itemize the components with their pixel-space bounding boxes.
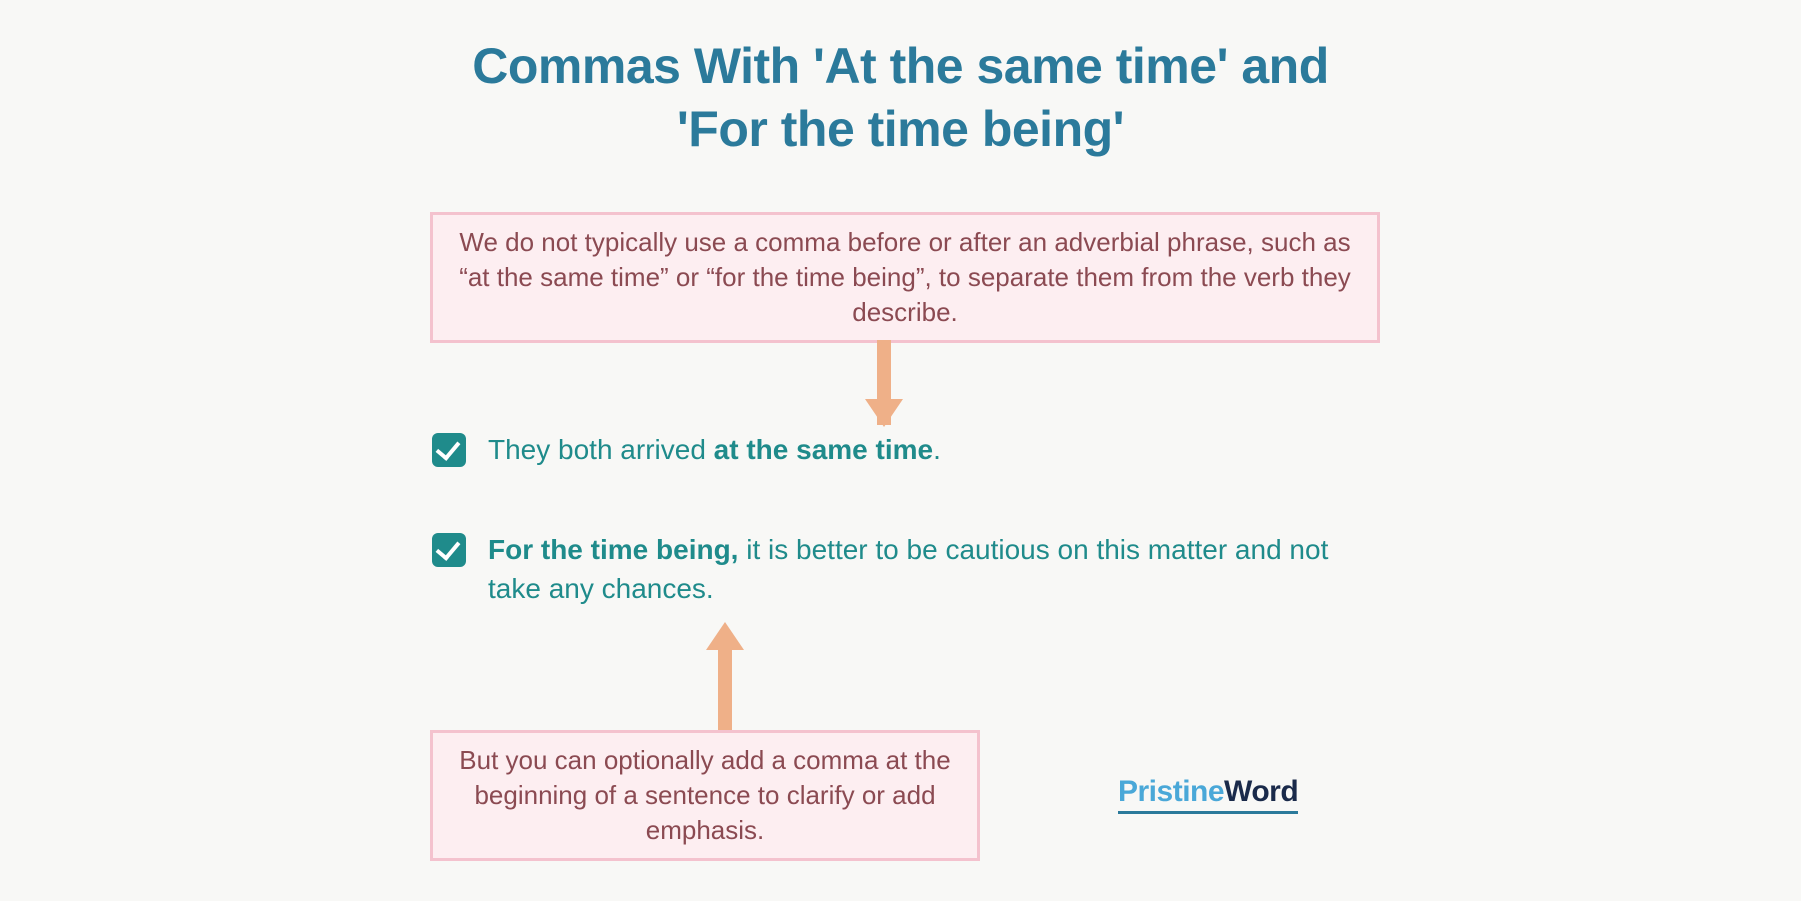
page-title: Commas With 'At the same time' and 'For … <box>0 35 1801 160</box>
logo-part-2: Word <box>1224 775 1298 808</box>
logo-part-1: Pristine <box>1118 775 1224 808</box>
title-line-1: Commas With 'At the same time' and <box>472 38 1329 94</box>
rule-2-text: But you can optionally add a comma at th… <box>459 745 950 845</box>
rule-1-text: We do not typically use a comma before o… <box>459 227 1351 327</box>
example-1: They both arrived at the same time. <box>432 430 1382 469</box>
example-1-suffix: . <box>933 434 941 465</box>
example-2-text: For the time being, it is better to be c… <box>488 530 1382 608</box>
example-1-text: They both arrived at the same time. <box>488 430 1382 469</box>
rule-box-2: But you can optionally add a comma at th… <box>430 730 980 861</box>
example-2: For the time being, it is better to be c… <box>432 530 1382 608</box>
example-1-bold: at the same time <box>714 434 933 465</box>
arrow-down-icon <box>877 340 891 425</box>
check-icon <box>432 433 466 467</box>
example-1-prefix: They both arrived <box>488 434 714 465</box>
rule-box-1: We do not typically use a comma before o… <box>430 212 1380 343</box>
example-2-bold: For the time being, <box>488 534 738 565</box>
brand-logo: PristineWord <box>1118 775 1298 814</box>
check-icon <box>432 533 466 567</box>
arrow-up-icon <box>718 646 732 731</box>
title-line-2: 'For the time being' <box>677 101 1124 157</box>
